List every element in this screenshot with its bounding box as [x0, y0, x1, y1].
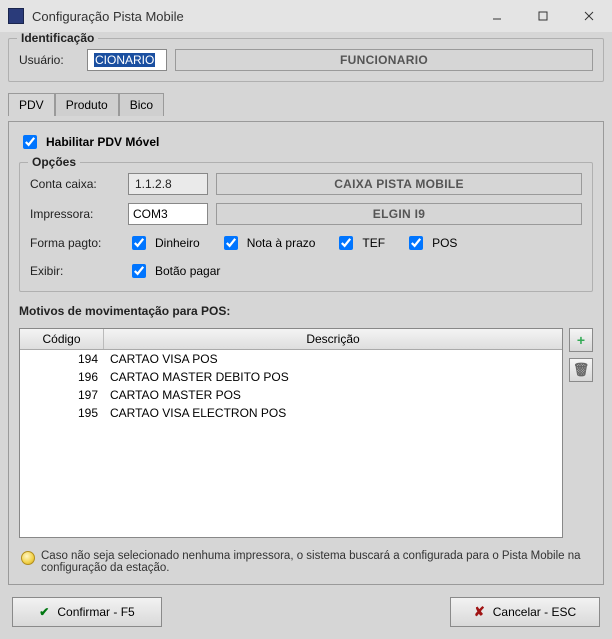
delete-motive-button[interactable]: 🗑 — [569, 358, 593, 382]
table-row[interactable]: 197CARTAO MASTER POS — [20, 386, 562, 404]
exibir-label: Exibir: — [30, 264, 120, 278]
motives-side-buttons: + 🗑 — [569, 328, 593, 538]
options-legend: Opções — [28, 155, 80, 169]
formapg-label: Forma pagto: — [30, 236, 120, 250]
conta-display: CAIXA PISTA MOBILE — [216, 173, 582, 195]
cell-desc: CARTAO VISA POS — [104, 350, 562, 368]
cell-desc: CARTAO MASTER DEBITO POS — [104, 368, 562, 386]
impressora-input[interactable] — [128, 203, 208, 225]
printer-hint-text: Caso não seja selecionado nenhuma impres… — [41, 550, 591, 574]
conta-label: Conta caixa: — [30, 177, 120, 191]
maximize-icon — [538, 11, 548, 21]
options-group: Opções Conta caixa: 1.1.2.8 CAIXA PISTA … — [19, 162, 593, 292]
add-motive-button[interactable]: + — [569, 328, 593, 352]
impressora-label: Impressora: — [30, 207, 120, 221]
pay-pos[interactable]: POS — [405, 233, 457, 253]
app-icon — [8, 8, 24, 24]
confirm-label: Confirmar - F5 — [57, 605, 134, 619]
motives-title: Motivos de movimentação para POS: — [19, 304, 593, 318]
tab-produto[interactable]: Produto — [55, 93, 119, 116]
cell-codigo: 197 — [20, 386, 104, 404]
close-button[interactable] — [566, 0, 612, 32]
client-area: Identificação Usuário: CIONARIO FUNCIONA… — [0, 32, 612, 639]
impressora-display: ELGIN I9 — [216, 203, 582, 225]
lightbulb-icon — [21, 551, 35, 565]
tab-bico[interactable]: Bico — [119, 93, 164, 116]
pay-nota[interactable]: Nota à prazo — [220, 233, 316, 253]
usuario-input[interactable]: CIONARIO — [87, 49, 167, 71]
check-icon: ✔ — [39, 605, 49, 619]
table-row[interactable]: 196CARTAO MASTER DEBITO POS — [20, 368, 562, 386]
col-codigo[interactable]: Código — [20, 329, 104, 349]
identification-group: Identificação Usuário: CIONARIO FUNCIONA… — [8, 38, 604, 82]
confirm-button[interactable]: ✔ Confirmar - F5 — [12, 597, 162, 627]
cell-desc: CARTAO VISA ELECTRON POS — [104, 404, 562, 422]
usuario-label: Usuário: — [19, 53, 79, 67]
cancel-button[interactable]: ✘ Cancelar - ESC — [450, 597, 600, 627]
botao-pagar[interactable]: Botão pagar — [128, 261, 220, 281]
cell-codigo: 196 — [20, 368, 104, 386]
tab-body-pdv: Habilitar PDV Móvel Opções Conta caixa: … — [8, 121, 604, 585]
identification-legend: Identificação — [17, 32, 98, 45]
enable-pdv-check-input[interactable] — [23, 135, 37, 149]
formapg-options: Dinheiro Nota à prazo TEF POS — [128, 233, 457, 253]
maximize-button[interactable] — [520, 0, 566, 32]
pay-tef[interactable]: TEF — [335, 233, 385, 253]
cell-desc: CARTAO MASTER POS — [104, 386, 562, 404]
motives-table[interactable]: Código Descrição 194CARTAO VISA POS196CA… — [19, 328, 563, 538]
enable-pdv-label: Habilitar PDV Móvel — [46, 135, 159, 149]
modal-window: Configuração Pista Mobile Identificação … — [0, 0, 612, 639]
dialog-footer: ✔ Confirmar - F5 ✘ Cancelar - ESC — [8, 591, 604, 631]
printer-hint: Caso não seja selecionado nenhuma impres… — [19, 548, 593, 576]
cancel-icon: ✘ — [474, 604, 485, 620]
col-desc[interactable]: Descrição — [104, 329, 562, 349]
table-row[interactable]: 194CARTAO VISA POS — [20, 350, 562, 368]
plus-icon: + — [577, 332, 585, 348]
enable-pdv-checkbox[interactable]: Habilitar PDV Móvel — [19, 132, 593, 152]
conta-input[interactable]: 1.1.2.8 — [128, 173, 208, 195]
titlebar: Configuração Pista Mobile — [0, 0, 612, 32]
conta-value: 1.1.2.8 — [135, 177, 172, 191]
cell-codigo: 194 — [20, 350, 104, 368]
close-icon — [584, 11, 594, 21]
minimize-icon — [492, 11, 502, 21]
motives-thead: Código Descrição — [20, 329, 562, 350]
tab-header: PDV Produto Bico — [8, 92, 604, 115]
window-controls — [474, 0, 612, 32]
cancel-label: Cancelar - ESC — [493, 605, 576, 619]
minimize-button[interactable] — [474, 0, 520, 32]
window-title: Configuração Pista Mobile — [32, 9, 474, 24]
motives-table-wrap: Código Descrição 194CARTAO VISA POS196CA… — [19, 328, 593, 538]
cell-codigo: 195 — [20, 404, 104, 422]
pay-dinheiro[interactable]: Dinheiro — [128, 233, 200, 253]
motives-tbody[interactable]: 194CARTAO VISA POS196CARTAO MASTER DEBIT… — [20, 350, 562, 537]
trash-icon: 🗑 — [573, 362, 590, 378]
usuario-value: CIONARIO — [94, 53, 155, 67]
tab-pdv[interactable]: PDV — [8, 93, 55, 116]
usuario-display: FUNCIONARIO — [175, 49, 593, 71]
table-row[interactable]: 195CARTAO VISA ELECTRON POS — [20, 404, 562, 422]
